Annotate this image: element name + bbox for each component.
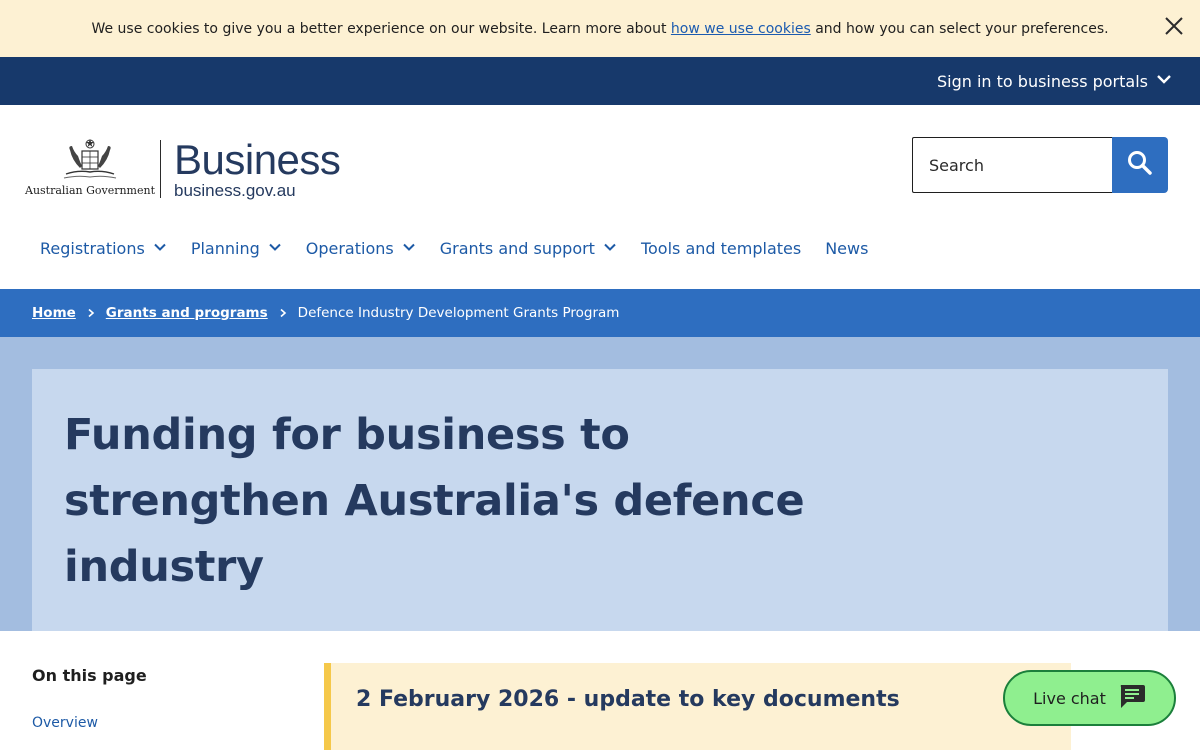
site-logo[interactable]: Australian Government Business business.…	[25, 136, 341, 200]
brand-title: Business	[174, 136, 341, 183]
search-button[interactable]	[1112, 137, 1168, 193]
hero-section: Funding for business to strengthen Austr…	[0, 337, 1200, 631]
live-chat-label: Live chat	[1033, 688, 1106, 708]
cookie-text-after: and how you can select your preferences.	[810, 20, 1109, 37]
chevron-right-icon	[86, 308, 96, 318]
australian-government-label: Australian Government	[25, 184, 156, 197]
coat-of-arms-icon	[63, 139, 117, 179]
chevron-down-icon	[268, 239, 282, 258]
update-heading: 2 February 2026 - update to key document…	[356, 687, 900, 712]
coat-of-arms: Australian Government	[25, 138, 155, 197]
cookie-policy-link[interactable]: how we use cookies	[671, 21, 811, 37]
nav-item-news[interactable]: News	[825, 236, 868, 260]
breadcrumb-home[interactable]: Home	[32, 305, 76, 321]
nav-label: News	[825, 238, 869, 258]
chevron-down-icon	[603, 239, 617, 258]
breadcrumb-grants-and-programs[interactable]: Grants and programs	[106, 305, 268, 321]
nav-label: Operations	[305, 238, 394, 258]
chevron-down-icon	[402, 239, 416, 258]
nav-item-grants-and-support[interactable]: Grants and support	[440, 236, 617, 260]
chat-bubble-icon	[1118, 683, 1146, 713]
brand-block: Business business.gov.au	[174, 136, 341, 200]
search-input[interactable]	[912, 137, 1112, 193]
on-this-page-heading: On this page	[32, 666, 147, 685]
close-icon[interactable]	[1162, 14, 1186, 38]
nav-item-operations[interactable]: Operations	[306, 236, 416, 260]
sign-in-portals-label: Sign in to business portals	[936, 71, 1148, 91]
chevron-down-icon	[153, 239, 167, 258]
update-callout: 2 February 2026 - update to key document…	[324, 663, 1071, 750]
nav-item-tools-and-templates[interactable]: Tools and templates	[641, 236, 801, 260]
nav-label: Tools and templates	[640, 238, 802, 258]
nav-label: Planning	[190, 238, 260, 258]
portal-bar: Sign in to business portals	[0, 57, 1200, 105]
breadcrumb: Home Grants and programs Defence Industr…	[0, 289, 1200, 337]
main-nav: Registrations Planning Operations Grants…	[40, 236, 892, 260]
logo-divider	[160, 140, 161, 198]
cookie-message: We use cookies to give you a better expe…	[91, 21, 1108, 37]
page-title: Funding for business to strengthen Austr…	[64, 410, 805, 592]
chevron-right-icon	[278, 308, 288, 318]
live-chat-button[interactable]: Live chat	[1003, 670, 1176, 726]
cookie-text-before: We use cookies to give you a better expe…	[91, 20, 671, 37]
search-icon	[1127, 150, 1153, 180]
on-this-page-link-overview[interactable]: Overview	[32, 715, 98, 731]
search-bar	[912, 137, 1168, 193]
site-header: Australian Government Business business.…	[0, 105, 1200, 289]
chevron-down-icon	[1156, 71, 1172, 91]
breadcrumb-current: Defence Industry Development Grants Prog…	[297, 305, 620, 321]
brand-url: business.gov.au	[174, 181, 296, 200]
hero-panel: Funding for business to strengthen Austr…	[32, 369, 1168, 631]
cookie-banner: We use cookies to give you a better expe…	[0, 0, 1200, 57]
sign-in-portals-button[interactable]: Sign in to business portals	[937, 71, 1172, 91]
nav-item-planning[interactable]: Planning	[191, 236, 282, 260]
nav-label: Registrations	[40, 238, 145, 258]
nav-item-registrations[interactable]: Registrations	[40, 236, 167, 260]
nav-label: Grants and support	[439, 238, 595, 258]
